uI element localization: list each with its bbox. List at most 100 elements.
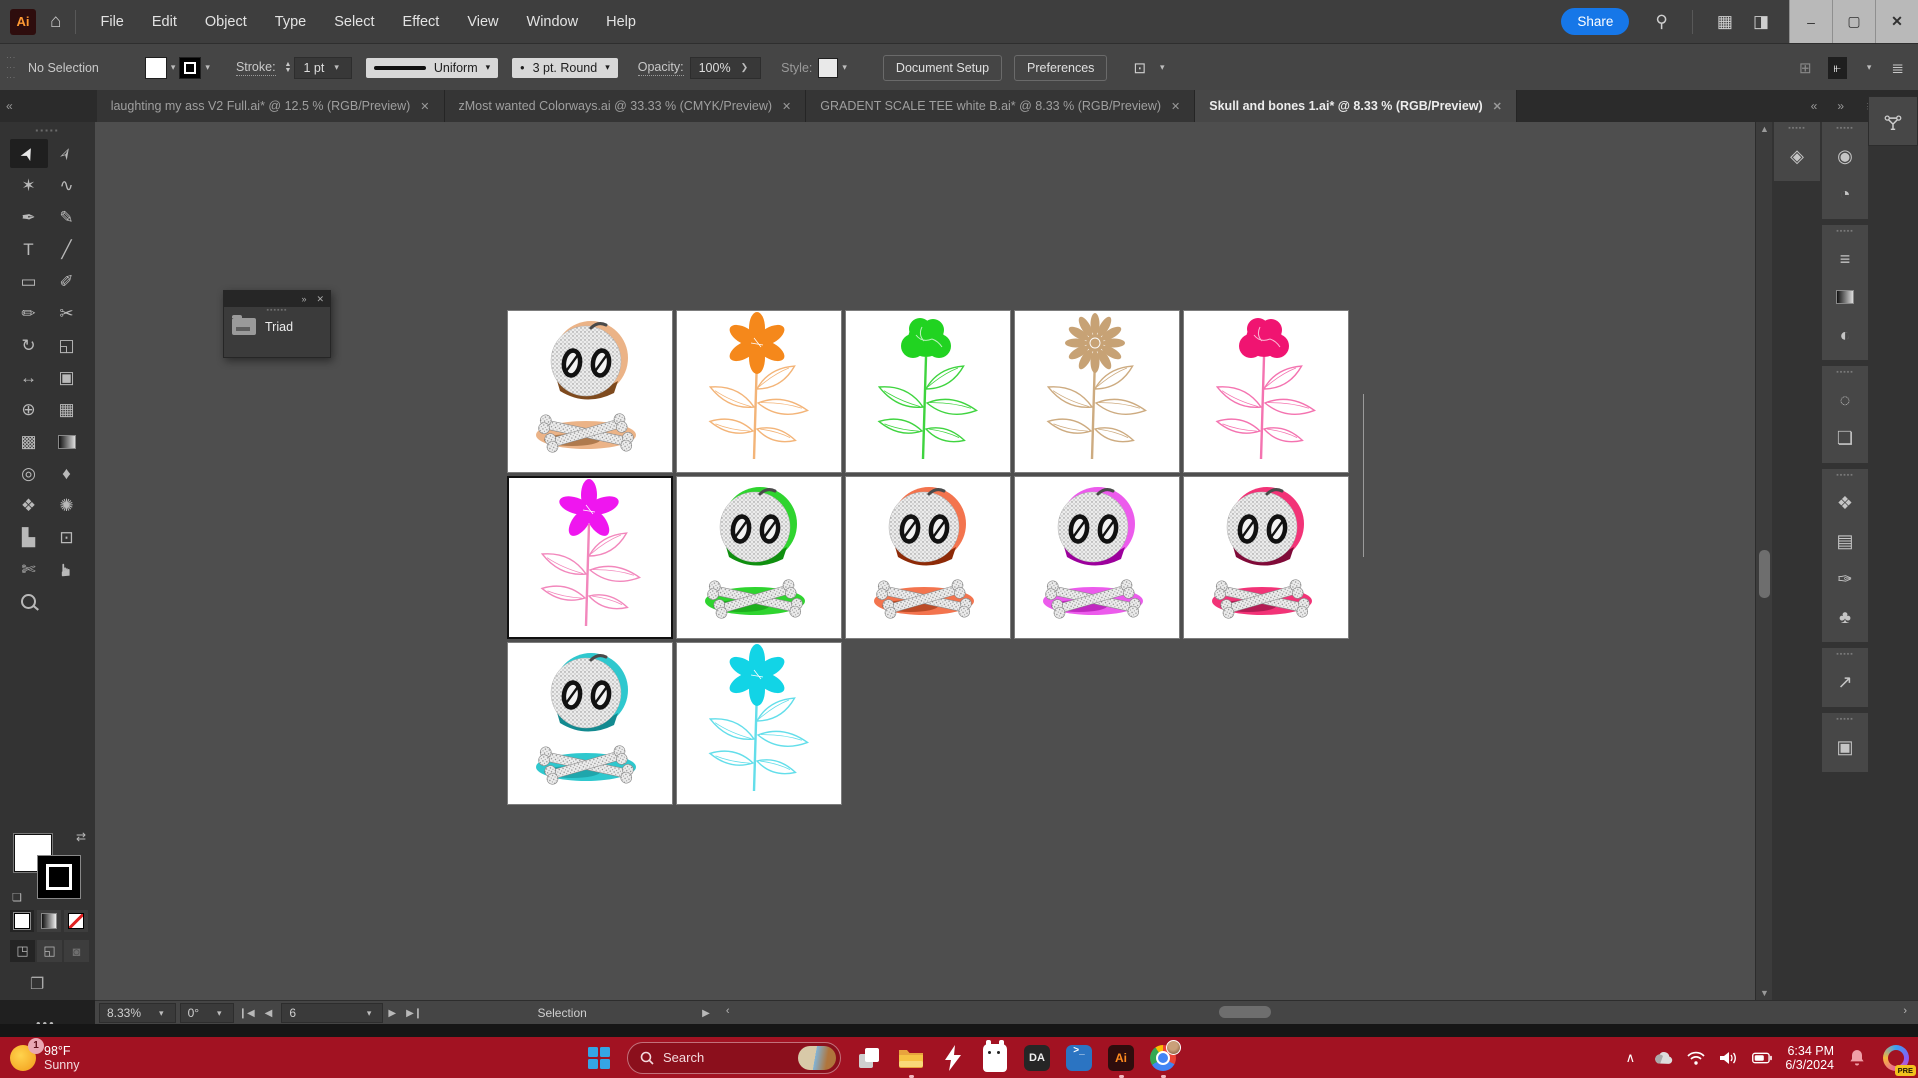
panel-grip[interactable]: ▪▪▪▪▪▪ <box>224 307 330 314</box>
first-artboard-icon[interactable]: ❙◀ <box>239 1008 255 1019</box>
menu-view[interactable]: View <box>457 10 508 34</box>
perspective-grid-tool[interactable]: ▦ <box>48 395 86 424</box>
opacity-field[interactable]: 100%❯ <box>690 57 762 79</box>
3d-materials-panel-icon[interactable]: ◈ <box>1777 137 1817 175</box>
scroll-right-icon[interactable]: › <box>1903 1005 1907 1017</box>
menu-edit[interactable]: Edit <box>142 10 187 34</box>
panel-grip[interactable]: ⋮⋮⋮ <box>6 53 16 83</box>
layers-panel-icon[interactable]: ❖ <box>1825 484 1865 522</box>
transparency-panel-icon[interactable]: ◐ <box>1825 316 1865 354</box>
artboards-panel-icon[interactable]: ▣ <box>1825 728 1865 766</box>
draw-inside-icon[interactable]: ◙ <box>64 940 89 962</box>
menu-effect[interactable]: Effect <box>393 10 450 34</box>
task-view-button[interactable] <box>855 1044 883 1072</box>
artboard-navigation-select[interactable]: 6▾ <box>281 1003 383 1023</box>
appearance-panel-icon[interactable]: ◌ <box>1825 381 1865 419</box>
opacity-label[interactable]: Opacity: <box>638 60 684 76</box>
blend-tool[interactable]: ◎ <box>10 459 48 488</box>
artboard-8[interactable] <box>845 476 1011 639</box>
artboard-5[interactable] <box>1183 310 1349 473</box>
symbols-panel-icon[interactable]: ♣ <box>1825 598 1865 636</box>
horizontal-scrollbar[interactable]: ‹ › <box>721 1001 1912 1025</box>
symbols-tool[interactable]: ❖ <box>10 491 48 520</box>
variable-width-select[interactable]: Uniform ▾ <box>366 58 498 78</box>
chevron-down-icon[interactable]: ▾ <box>842 62 847 73</box>
document-tab-2[interactable]: zMost wanted Colorways.ai @ 33.33 % (CMY… <box>445 90 807 122</box>
artboard-9[interactable] <box>1014 476 1180 639</box>
swatches-panel-icon[interactable]: ▤ <box>1825 522 1865 560</box>
document-layout-icon[interactable]: ◨ <box>1753 12 1769 32</box>
wifi-icon[interactable] <box>1686 1051 1706 1065</box>
rotate-tool[interactable]: ↻ <box>10 331 48 360</box>
width-tool[interactable]: ↔ <box>10 363 48 392</box>
llama-app-icon[interactable] <box>981 1044 1009 1072</box>
slice-tool[interactable]: ✄ <box>10 555 48 584</box>
zoom-tool[interactable] <box>10 587 48 616</box>
selection-tool[interactable]: ➤ <box>10 139 48 168</box>
powershell-icon[interactable]: >_ <box>1065 1044 1093 1072</box>
clock-widget[interactable]: 6:34 PM 6/3/2024 <box>1785 1044 1834 1072</box>
search-icon[interactable]: ⚲ <box>1655 12 1667 32</box>
draw-normal-icon[interactable]: ◳ <box>10 940 35 962</box>
panel-close-icon[interactable]: ✕ <box>316 294 324 305</box>
chevron-down-icon[interactable]: ▾ <box>171 62 176 73</box>
maximize-button[interactable]: ▢ <box>1832 0 1875 43</box>
file-explorer-icon[interactable] <box>897 1044 925 1072</box>
last-artboard-icon[interactable]: ▶❙ <box>406 1008 422 1019</box>
default-fill-stroke-icon[interactable]: ❏ <box>12 891 22 904</box>
chevron-down-icon[interactable]: ▾ <box>217 1008 222 1019</box>
chevron-down-icon[interactable]: ▾ <box>486 62 491 73</box>
color-button[interactable] <box>10 910 34 932</box>
scroll-down-icon[interactable]: ▼ <box>1756 988 1773 998</box>
chevron-down-icon[interactable]: ▾ <box>605 62 610 73</box>
links-panel-icon[interactable]: ❏ <box>1825 419 1865 457</box>
zoom-level-select[interactable]: 8.33%▾ <box>99 1003 176 1023</box>
notification-bell-icon[interactable] <box>1847 1049 1867 1066</box>
chevron-down-icon[interactable]: ▾ <box>334 62 339 73</box>
search-highlight-image[interactable] <box>798 1046 836 1070</box>
search-box[interactable]: Search <box>627 1042 841 1074</box>
fill-stroke-control[interactable]: ⇄ ❏ <box>14 834 84 898</box>
shaper-tool[interactable]: ✏ <box>10 299 48 328</box>
tab-close-icon[interactable]: ✕ <box>782 100 791 113</box>
tab-close-icon[interactable]: ✕ <box>420 100 429 113</box>
artboard-4[interactable] <box>1014 310 1180 473</box>
scroll-up-icon[interactable]: ▲ <box>1756 124 1773 134</box>
scissors-tool[interactable]: ✂ <box>48 299 86 328</box>
battery-icon[interactable] <box>1752 1052 1772 1064</box>
menu-file[interactable]: File <box>90 10 133 34</box>
rotation-select[interactable]: 0°▾ <box>180 1003 234 1023</box>
fill-swatch[interactable] <box>145 57 167 79</box>
vertical-scrollbar[interactable]: ▲ ▼ <box>1755 122 1773 1000</box>
export-panel-icon[interactable]: ↗ <box>1825 663 1865 701</box>
lasso-tool[interactable]: ∿ <box>48 171 86 200</box>
artboard-12[interactable] <box>676 642 842 805</box>
eyedropper-tool[interactable]: ♦ <box>48 459 86 488</box>
lightning-app-icon[interactable] <box>939 1044 967 1072</box>
horizontal-scroll-thumb[interactable] <box>1219 1006 1271 1018</box>
minimize-button[interactable]: – <box>1789 0 1832 43</box>
direct-selection-tool[interactable]: ➢ <box>48 139 86 168</box>
tab-close-icon[interactable]: ✕ <box>1493 100 1502 113</box>
chevron-down-icon[interactable]: ▾ <box>159 1008 164 1019</box>
color-panel-icon[interactable]: ◉ <box>1825 137 1865 175</box>
dock-group-grip[interactable]: ▪▪▪▪▪ <box>1836 225 1853 240</box>
panel-menu-icon[interactable]: ≣ <box>1891 59 1904 77</box>
workspace-switcher-icon[interactable]: ⫦ <box>1828 57 1847 79</box>
gallery-grid-icon[interactable]: ⊞ <box>1799 59 1812 77</box>
gradient-tool[interactable] <box>48 427 86 456</box>
dock-collapse-left-icon[interactable]: « <box>1805 99 1824 113</box>
document-setup-button[interactable]: Document Setup <box>883 55 1002 81</box>
chevron-right-icon[interactable]: ❯ <box>741 62 749 73</box>
chevron-down-icon[interactable]: ▾ <box>205 62 210 73</box>
status-expand-icon[interactable]: ▶ <box>702 1008 710 1019</box>
menu-object[interactable]: Object <box>195 10 257 34</box>
dock-group-grip[interactable]: ▪▪▪▪▪ <box>1788 122 1805 137</box>
artboard-7[interactable] <box>676 476 842 639</box>
dock-group-grip[interactable]: ▪▪▪▪▪ <box>1836 469 1853 484</box>
pen-tool[interactable]: ✒ <box>10 203 48 232</box>
chevron-down-icon[interactable]: ▾ <box>1867 62 1872 73</box>
canvas[interactable]: » ✕ ▪▪▪▪▪▪ Triad <box>95 122 1755 1000</box>
draw-behind-icon[interactable]: ◱ <box>37 940 62 962</box>
document-tab-1[interactable]: laughting my ass V2 Full.ai* @ 12.5 % (R… <box>97 90 445 122</box>
